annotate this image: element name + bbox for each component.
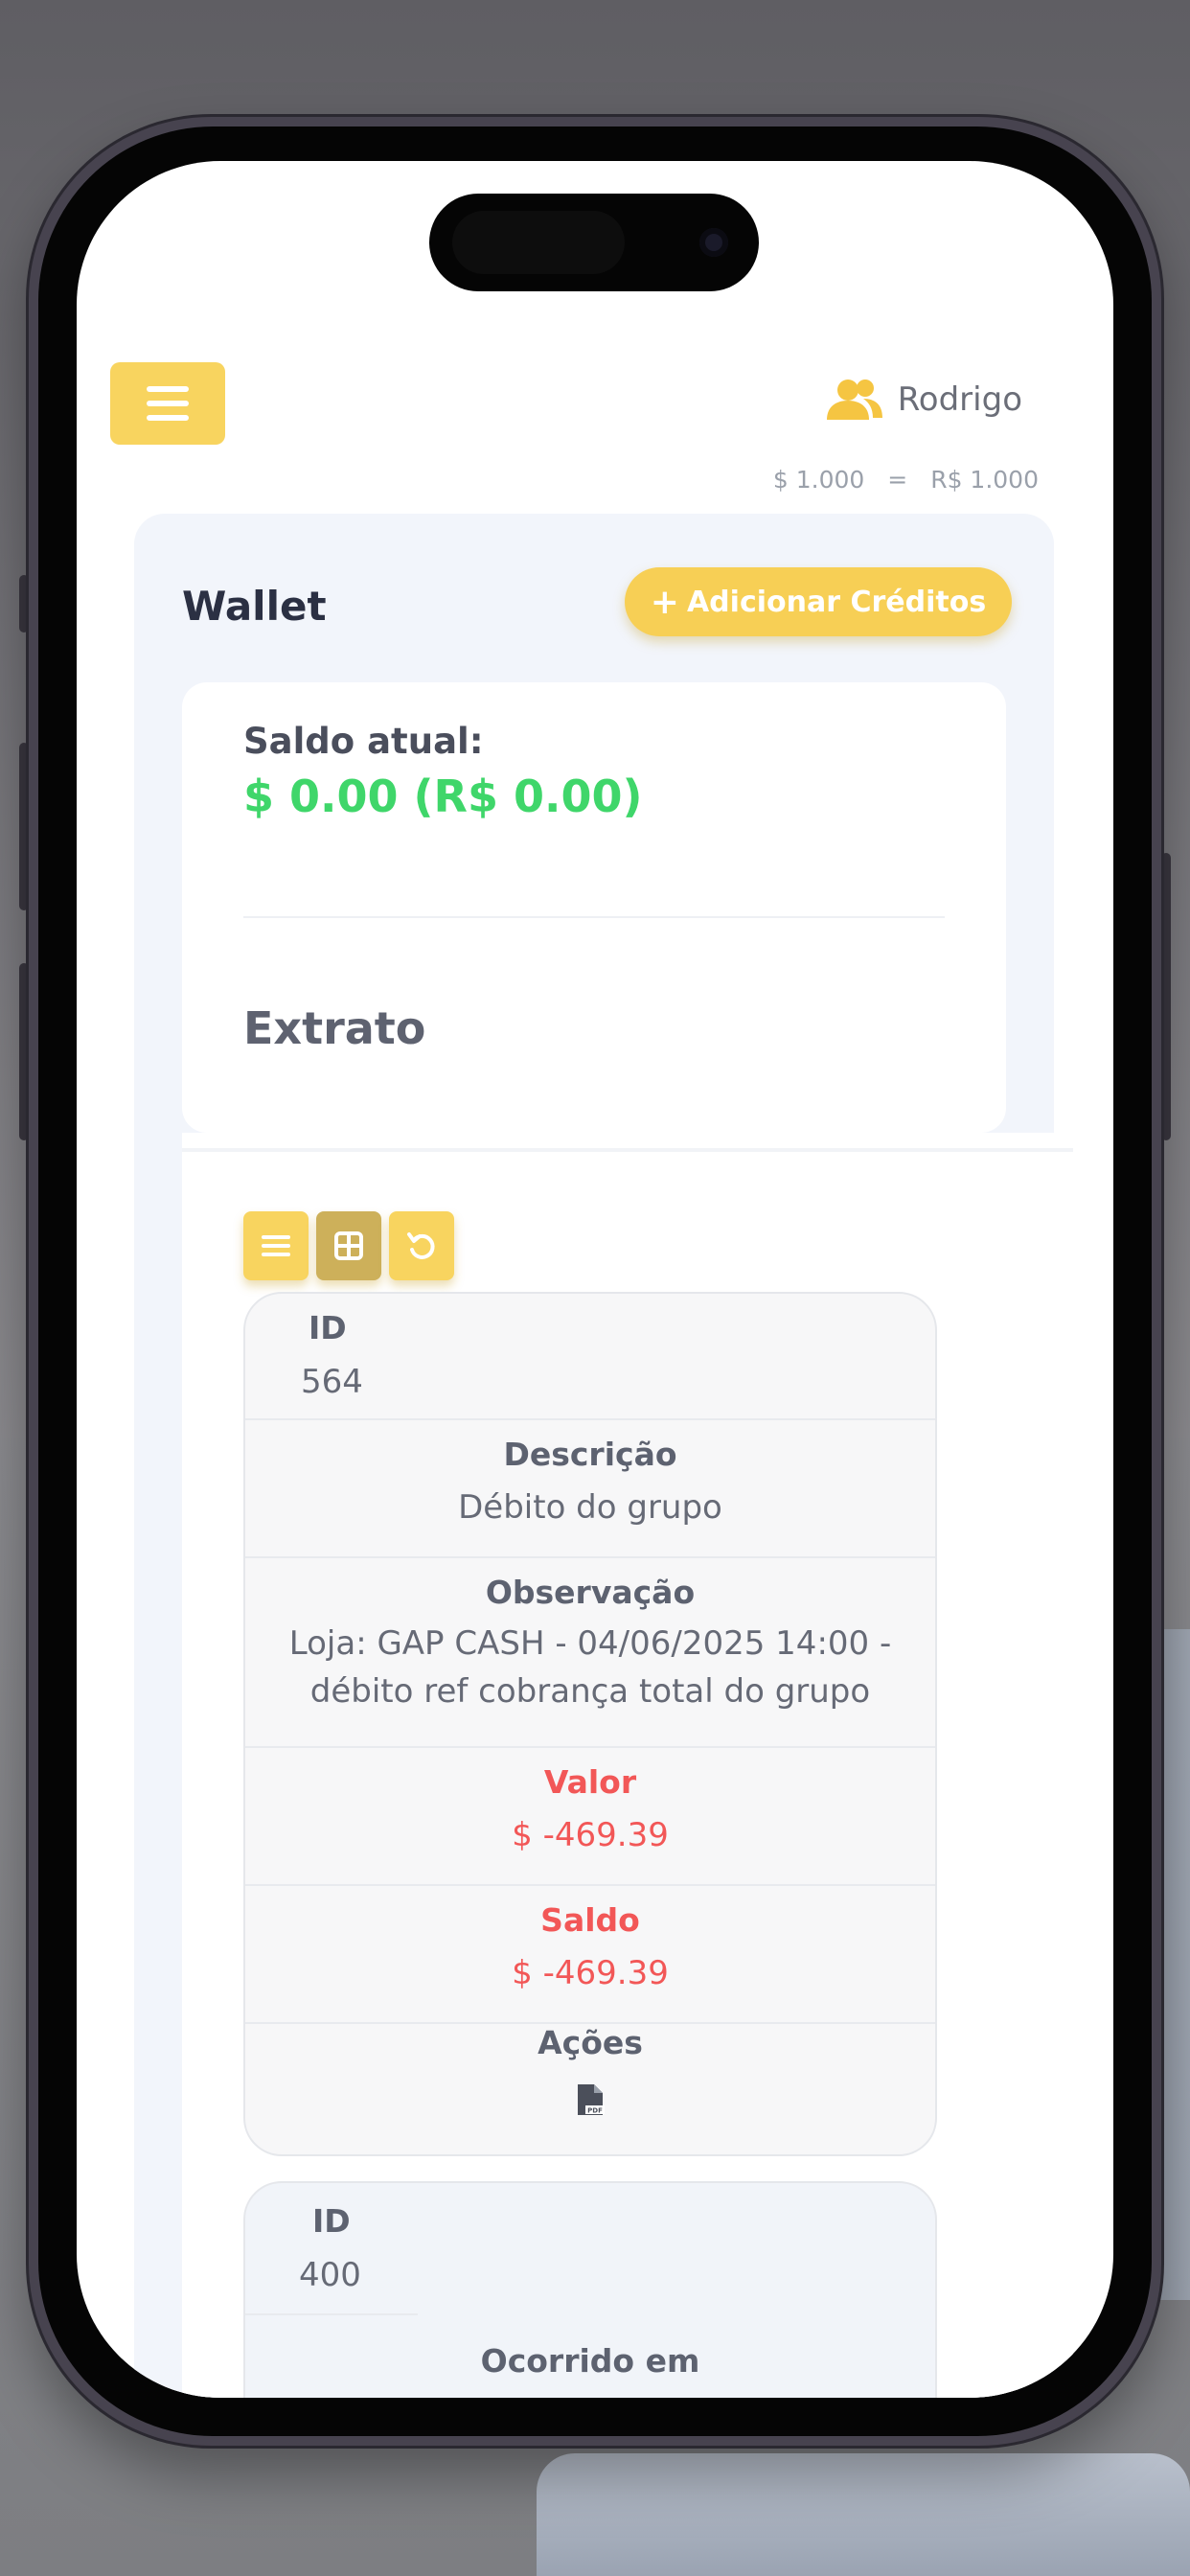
record-description-row: Descrição Débito do grupo bbox=[245, 1420, 935, 1558]
id-label: ID bbox=[309, 1309, 347, 1346]
dynamic-island bbox=[429, 194, 759, 291]
id-value: 564 bbox=[301, 1363, 363, 1401]
wallet-title: Wallet bbox=[182, 583, 327, 630]
value-amount: $ -469.39 bbox=[512, 1816, 669, 1854]
statement-area: ID 564 Descrição Débito do grupo Observa… bbox=[182, 1133, 1073, 2398]
record-note-row: Observação Loja: GAP CASH - 04/06/2025 1… bbox=[245, 1558, 935, 1748]
value-label: Valor bbox=[543, 1763, 637, 1801]
pdf-icon: PDF bbox=[578, 2084, 605, 2115]
pdf-download-button[interactable]: PDF bbox=[245, 2082, 935, 2121]
add-credits-button[interactable]: + Adicionar Créditos bbox=[625, 567, 1012, 636]
id-value: 400 bbox=[299, 2256, 361, 2294]
record-occurred-row: Ocorrido em bbox=[245, 2342, 935, 2380]
statement-title: Extrato bbox=[243, 1002, 426, 1054]
exchange-rate: $ 1.000 = R$ 1.000 bbox=[766, 466, 1046, 494]
record-id-row: ID 564 bbox=[245, 1294, 935, 1420]
statement-record: ID 400 Ocorrido em bbox=[243, 2181, 937, 2398]
plus-icon: + bbox=[650, 582, 679, 622]
divider bbox=[182, 1148, 1073, 1152]
phone-power-button bbox=[1161, 853, 1171, 1140]
balance-value: $ 0.00 (R$ 0.00) bbox=[243, 770, 643, 822]
description-value: Débito do grupo bbox=[458, 1488, 722, 1527]
hamburger-icon bbox=[147, 386, 189, 421]
balance-label: Saldo atual: bbox=[243, 721, 484, 762]
user-menu[interactable]: Rodrigo bbox=[825, 378, 1022, 422]
add-credits-label: Adicionar Créditos bbox=[686, 585, 987, 619]
occurred-label: Ocorrido em bbox=[480, 2342, 700, 2380]
phone-volume-down bbox=[19, 963, 29, 1140]
description-label: Descrição bbox=[503, 1436, 677, 1473]
app-screen: Rodrigo $ 1.000 = R$ 1.000 Wallet + Adic… bbox=[77, 161, 1113, 2398]
rate-brl: R$ 1.000 bbox=[930, 466, 1039, 494]
island-sensor bbox=[452, 211, 625, 274]
balance-row-amount: $ -469.39 bbox=[512, 1954, 669, 1992]
id-label: ID bbox=[312, 2202, 351, 2240]
refresh-button[interactable] bbox=[389, 1211, 454, 1280]
record-balance-row: Saldo $ -469.39 bbox=[245, 1886, 935, 2024]
view-toggle-group bbox=[243, 1211, 454, 1280]
actions-label: Ações bbox=[538, 2024, 643, 2061]
users-icon bbox=[826, 380, 882, 420]
phone-mute-switch bbox=[19, 575, 29, 632]
rate-usd: $ 1.000 bbox=[772, 466, 865, 494]
rate-equals: = bbox=[887, 466, 908, 494]
grid-icon bbox=[334, 1231, 363, 1260]
balance-row-label: Saldo bbox=[540, 1901, 640, 1939]
note-line-1: Loja: GAP CASH - 04/06/2025 14:00 - bbox=[288, 1624, 892, 1663]
user-name: Rodrigo bbox=[897, 380, 1022, 419]
refresh-icon bbox=[407, 1232, 435, 1259]
balance-card: Saldo atual: $ 0.00 (R$ 0.00) Extrato bbox=[182, 682, 1006, 1133]
note-line-2: débito ref cobrança total do grupo bbox=[309, 1672, 871, 1711]
background-jeans bbox=[537, 2453, 1190, 2576]
list-view-button[interactable] bbox=[243, 1211, 309, 1280]
record-value-row: Valor $ -469.39 bbox=[245, 1748, 935, 1886]
camera-icon bbox=[699, 228, 728, 257]
phone-volume-up bbox=[19, 743, 29, 910]
note-label: Observação bbox=[485, 1574, 696, 1611]
statement-record: ID 564 Descrição Débito do grupo Observa… bbox=[243, 1292, 937, 2156]
list-icon bbox=[262, 1235, 290, 1256]
svg-text:PDF: PDF bbox=[587, 2107, 603, 2115]
grid-view-button[interactable] bbox=[316, 1211, 381, 1280]
record-actions-row: Ações PDF bbox=[245, 2024, 935, 2121]
divider bbox=[243, 916, 945, 918]
menu-button[interactable] bbox=[110, 362, 225, 445]
record-id-row: ID 400 bbox=[245, 2183, 418, 2315]
